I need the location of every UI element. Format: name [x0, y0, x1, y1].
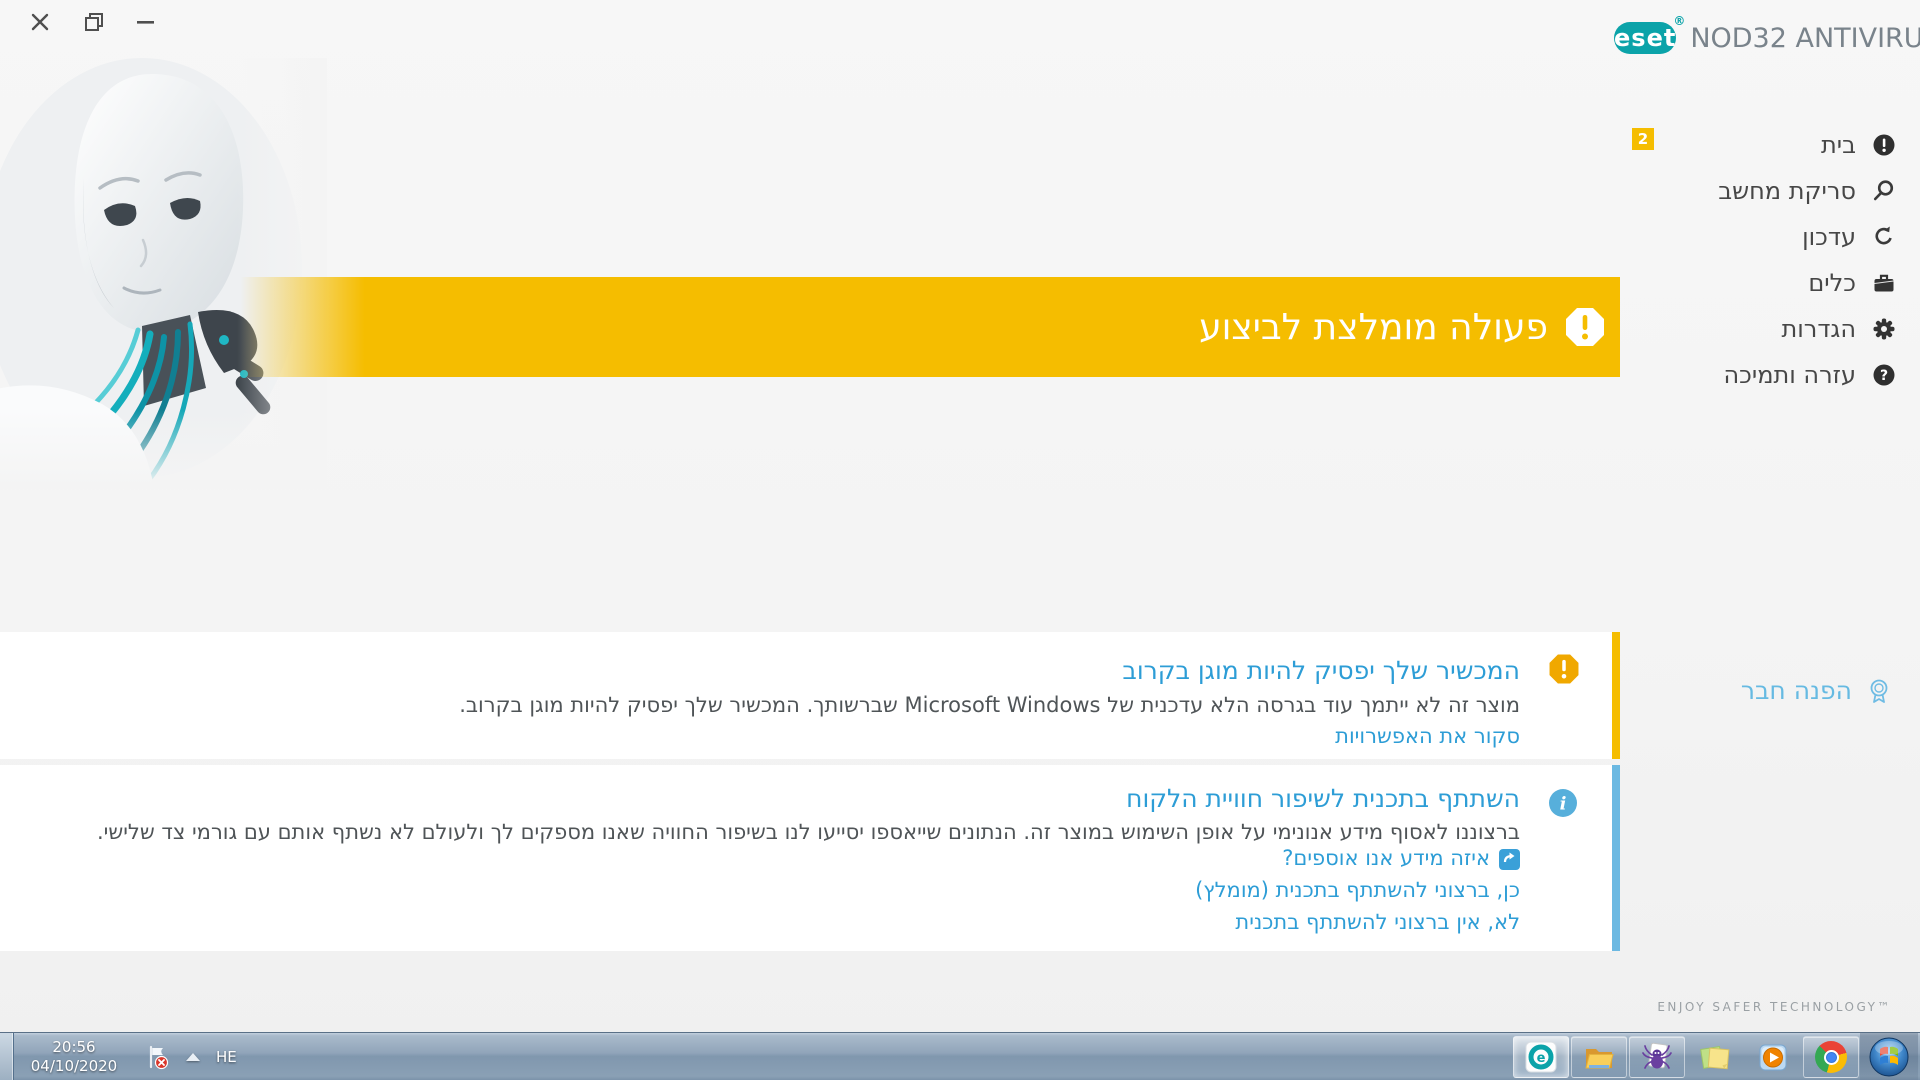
close-icon[interactable]	[28, 10, 52, 34]
media-player-icon	[1757, 1041, 1789, 1073]
taskbar-spider-solitaire-button[interactable]	[1629, 1036, 1685, 1078]
restore-icon[interactable]	[82, 10, 106, 34]
show-desktop-button[interactable]	[0, 1033, 14, 1080]
warning-octagon-icon	[1564, 306, 1606, 348]
info-collect-arrow-icon	[1499, 848, 1520, 869]
info-accent-bar	[1612, 765, 1620, 951]
help-icon: ?	[1872, 363, 1896, 387]
taskbar-chrome-button[interactable]	[1803, 1036, 1859, 1078]
card-title: המכשיר שלך יפסיק להיות מוגן בקרוב	[40, 656, 1520, 686]
review-options-link[interactable]: סקור את האפשרויות	[40, 721, 1520, 751]
recommended-action-banner: פעולה מומלצת לביצוע	[240, 277, 1620, 377]
search-icon	[1872, 179, 1896, 203]
minimize-icon[interactable]	[133, 10, 157, 34]
svg-text:i: i	[1560, 794, 1567, 815]
eset-nod32-window: eset ® NOD32 ANTIVIRUS	[0, 0, 1920, 1080]
taskbar-apps: e	[1512, 1033, 1918, 1080]
notification-card-customer-program: i השתתף בתכנית לשיפור חוויית הלקוח ברצונ…	[0, 765, 1620, 951]
taskbar-explorer-button[interactable]	[1571, 1036, 1627, 1078]
menu-item-label: עזרה ותמיכה	[1723, 361, 1856, 389]
action-center-flag-icon[interactable]	[144, 1044, 170, 1070]
join-program-link[interactable]: כן, ברצוני להשתתף בתכנית (מומלץ)	[40, 875, 1520, 905]
menu-item-computer-scan[interactable]: סריקת מחשב	[1536, 168, 1896, 214]
info-circle-icon: i	[1548, 788, 1578, 822]
home-alert-count-badge: 2	[1632, 128, 1654, 150]
card-body: מוצר זה לא ייתמך עוד בגרסה הלא עדכנית של…	[40, 690, 1520, 720]
menu-item-update[interactable]: עדכון	[1536, 214, 1896, 260]
refer-friend-label: הפנה חבר	[1741, 676, 1852, 705]
card-title: השתתף בתכנית לשיפור חוויית הלקוח	[40, 784, 1520, 814]
warning-octagon-icon	[1548, 653, 1580, 689]
taskbar-clock[interactable]: 20:56 04/10/2020	[20, 1038, 128, 1076]
clock-time: 20:56	[20, 1038, 128, 1057]
refer-friend-link[interactable]: הפנה חבר	[1741, 676, 1892, 705]
eset-logo: eset ®	[1614, 22, 1676, 54]
taskbar-media-player-button[interactable]	[1745, 1036, 1801, 1078]
menu-item-label: עדכון	[1802, 223, 1856, 251]
spider-solitaire-icon	[1641, 1041, 1673, 1073]
banner-title: פעולה מומלצת לביצוע	[1199, 307, 1548, 348]
eset-tagline: ENJOY SAFER TECHNOLOGY™	[1657, 1000, 1892, 1014]
warning-accent-bar	[1612, 632, 1620, 759]
folder-icon	[1583, 1041, 1615, 1073]
taskbar-sticky-notes-button[interactable]	[1687, 1036, 1743, 1078]
link-label: איזה מידע אנו אוספים?	[1282, 843, 1490, 873]
product-name: NOD32 ANTIVIRUS	[1690, 23, 1920, 54]
system-tray: 20:56 04/10/2020 HE	[20, 1033, 237, 1080]
menu-item-label: הגדרות	[1781, 315, 1856, 343]
what-info-collected-link[interactable]: איזה מידע אנו אוספים?	[40, 843, 1520, 873]
notification-card-protection-warning: המכשיר שלך יפסיק להיות מוגן בקרוב מוצר ז…	[0, 632, 1620, 759]
briefcase-icon	[1872, 271, 1896, 295]
taskbar-eset-button[interactable]: e	[1513, 1036, 1569, 1078]
sticky-notes-icon	[1699, 1041, 1731, 1073]
menu-item-label: סריקת מחשב	[1718, 177, 1856, 205]
chrome-icon	[1815, 1041, 1847, 1073]
menu-item-label: בית	[1821, 131, 1856, 159]
start-button[interactable]	[1860, 1033, 1918, 1080]
refresh-icon	[1872, 225, 1896, 249]
menu-item-label: כלים	[1808, 269, 1856, 297]
alert-circle-icon	[1872, 133, 1896, 157]
eset-robot-mascot	[0, 58, 327, 488]
eset-icon: e	[1525, 1041, 1557, 1073]
registered-mark: ®	[1673, 14, 1686, 28]
rosette-badge-icon	[1866, 678, 1892, 704]
brand-logo: eset ® NOD32 ANTIVIRUS	[1614, 20, 1904, 56]
clock-date: 04/10/2020	[20, 1057, 128, 1076]
eset-logo-text: eset	[1614, 24, 1676, 52]
gear-icon	[1872, 317, 1896, 341]
windows-start-orb-icon	[1869, 1037, 1909, 1077]
menu-item-home[interactable]: בית	[1536, 122, 1896, 168]
svg-text:?: ?	[1880, 368, 1888, 384]
windows-taskbar: 20:56 04/10/2020 HE e	[0, 1032, 1920, 1080]
language-indicator[interactable]: HE	[216, 1048, 237, 1066]
show-hidden-icons-button[interactable]	[186, 1053, 200, 1061]
svg-text:e: e	[1537, 1051, 1546, 1066]
decline-program-link[interactable]: לא, אין ברצוני להשתתף בתכנית	[40, 907, 1520, 937]
